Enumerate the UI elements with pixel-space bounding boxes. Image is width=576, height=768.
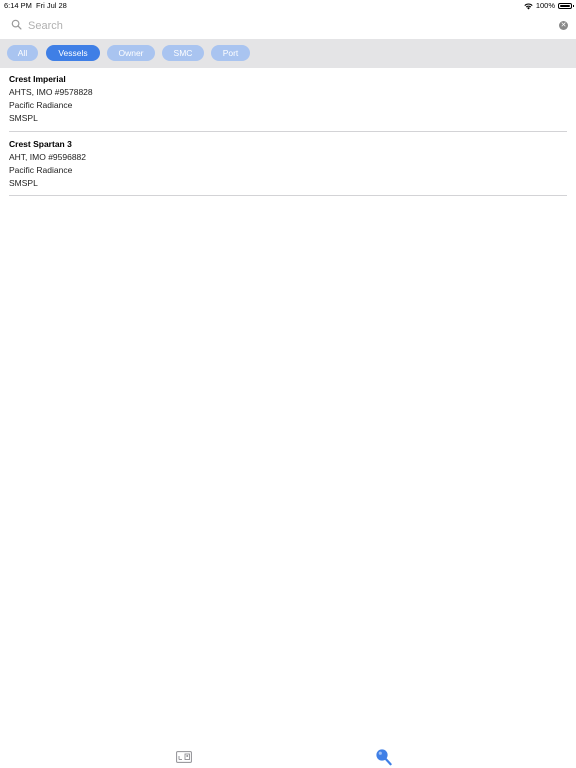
search-icon xyxy=(11,19,22,30)
vessel-type-imo: AHT, IMO #9596882 xyxy=(9,152,87,162)
battery-icon xyxy=(558,3,574,9)
filter-chip-port[interactable]: Port xyxy=(211,45,250,61)
vessel-manager: SMSPL xyxy=(9,113,38,123)
status-bar: 6:14 PM Fri Jul 28 100% xyxy=(0,0,576,12)
vessel-owner: Pacific Radiance xyxy=(9,100,73,110)
vessel-owner: Pacific Radiance xyxy=(9,165,73,175)
wifi-icon xyxy=(524,3,533,9)
status-time: 6:14 PM xyxy=(4,1,32,10)
status-right: 100% xyxy=(524,0,574,12)
list-item[interactable]: Crest Spartan 3 AHT, IMO #9596882 Pacifi… xyxy=(9,132,567,196)
vessel-type-imo: AHTS, IMO #9578828 xyxy=(9,87,93,97)
vessel-manager: SMSPL xyxy=(9,178,38,188)
tab-bar xyxy=(0,740,576,768)
status-date: Fri Jul 28 xyxy=(36,1,67,10)
search-input[interactable] xyxy=(26,16,530,36)
vessel-name: Crest Spartan 3 xyxy=(9,139,72,149)
vessel-name: Crest Imperial xyxy=(9,74,66,84)
filter-chip-owner[interactable]: Owner xyxy=(107,45,155,61)
filter-chip-smc[interactable]: SMC xyxy=(162,45,204,61)
results-list: Crest Imperial AHTS, IMO #9578828 Pacifi… xyxy=(0,68,576,196)
id-card-icon[interactable] xyxy=(176,751,192,763)
search-tab-icon[interactable] xyxy=(375,748,392,766)
search-bar[interactable] xyxy=(6,14,550,36)
clear-search-icon[interactable]: ✕ xyxy=(559,21,568,30)
battery-percent: 100% xyxy=(535,1,555,10)
filter-chip-all[interactable]: All xyxy=(7,45,38,61)
filter-bar: All Vessels Owner SMC Port xyxy=(0,39,576,68)
list-item[interactable]: Crest Imperial AHTS, IMO #9578828 Pacifi… xyxy=(9,68,567,132)
filter-chip-vessels[interactable]: Vessels xyxy=(46,45,100,61)
